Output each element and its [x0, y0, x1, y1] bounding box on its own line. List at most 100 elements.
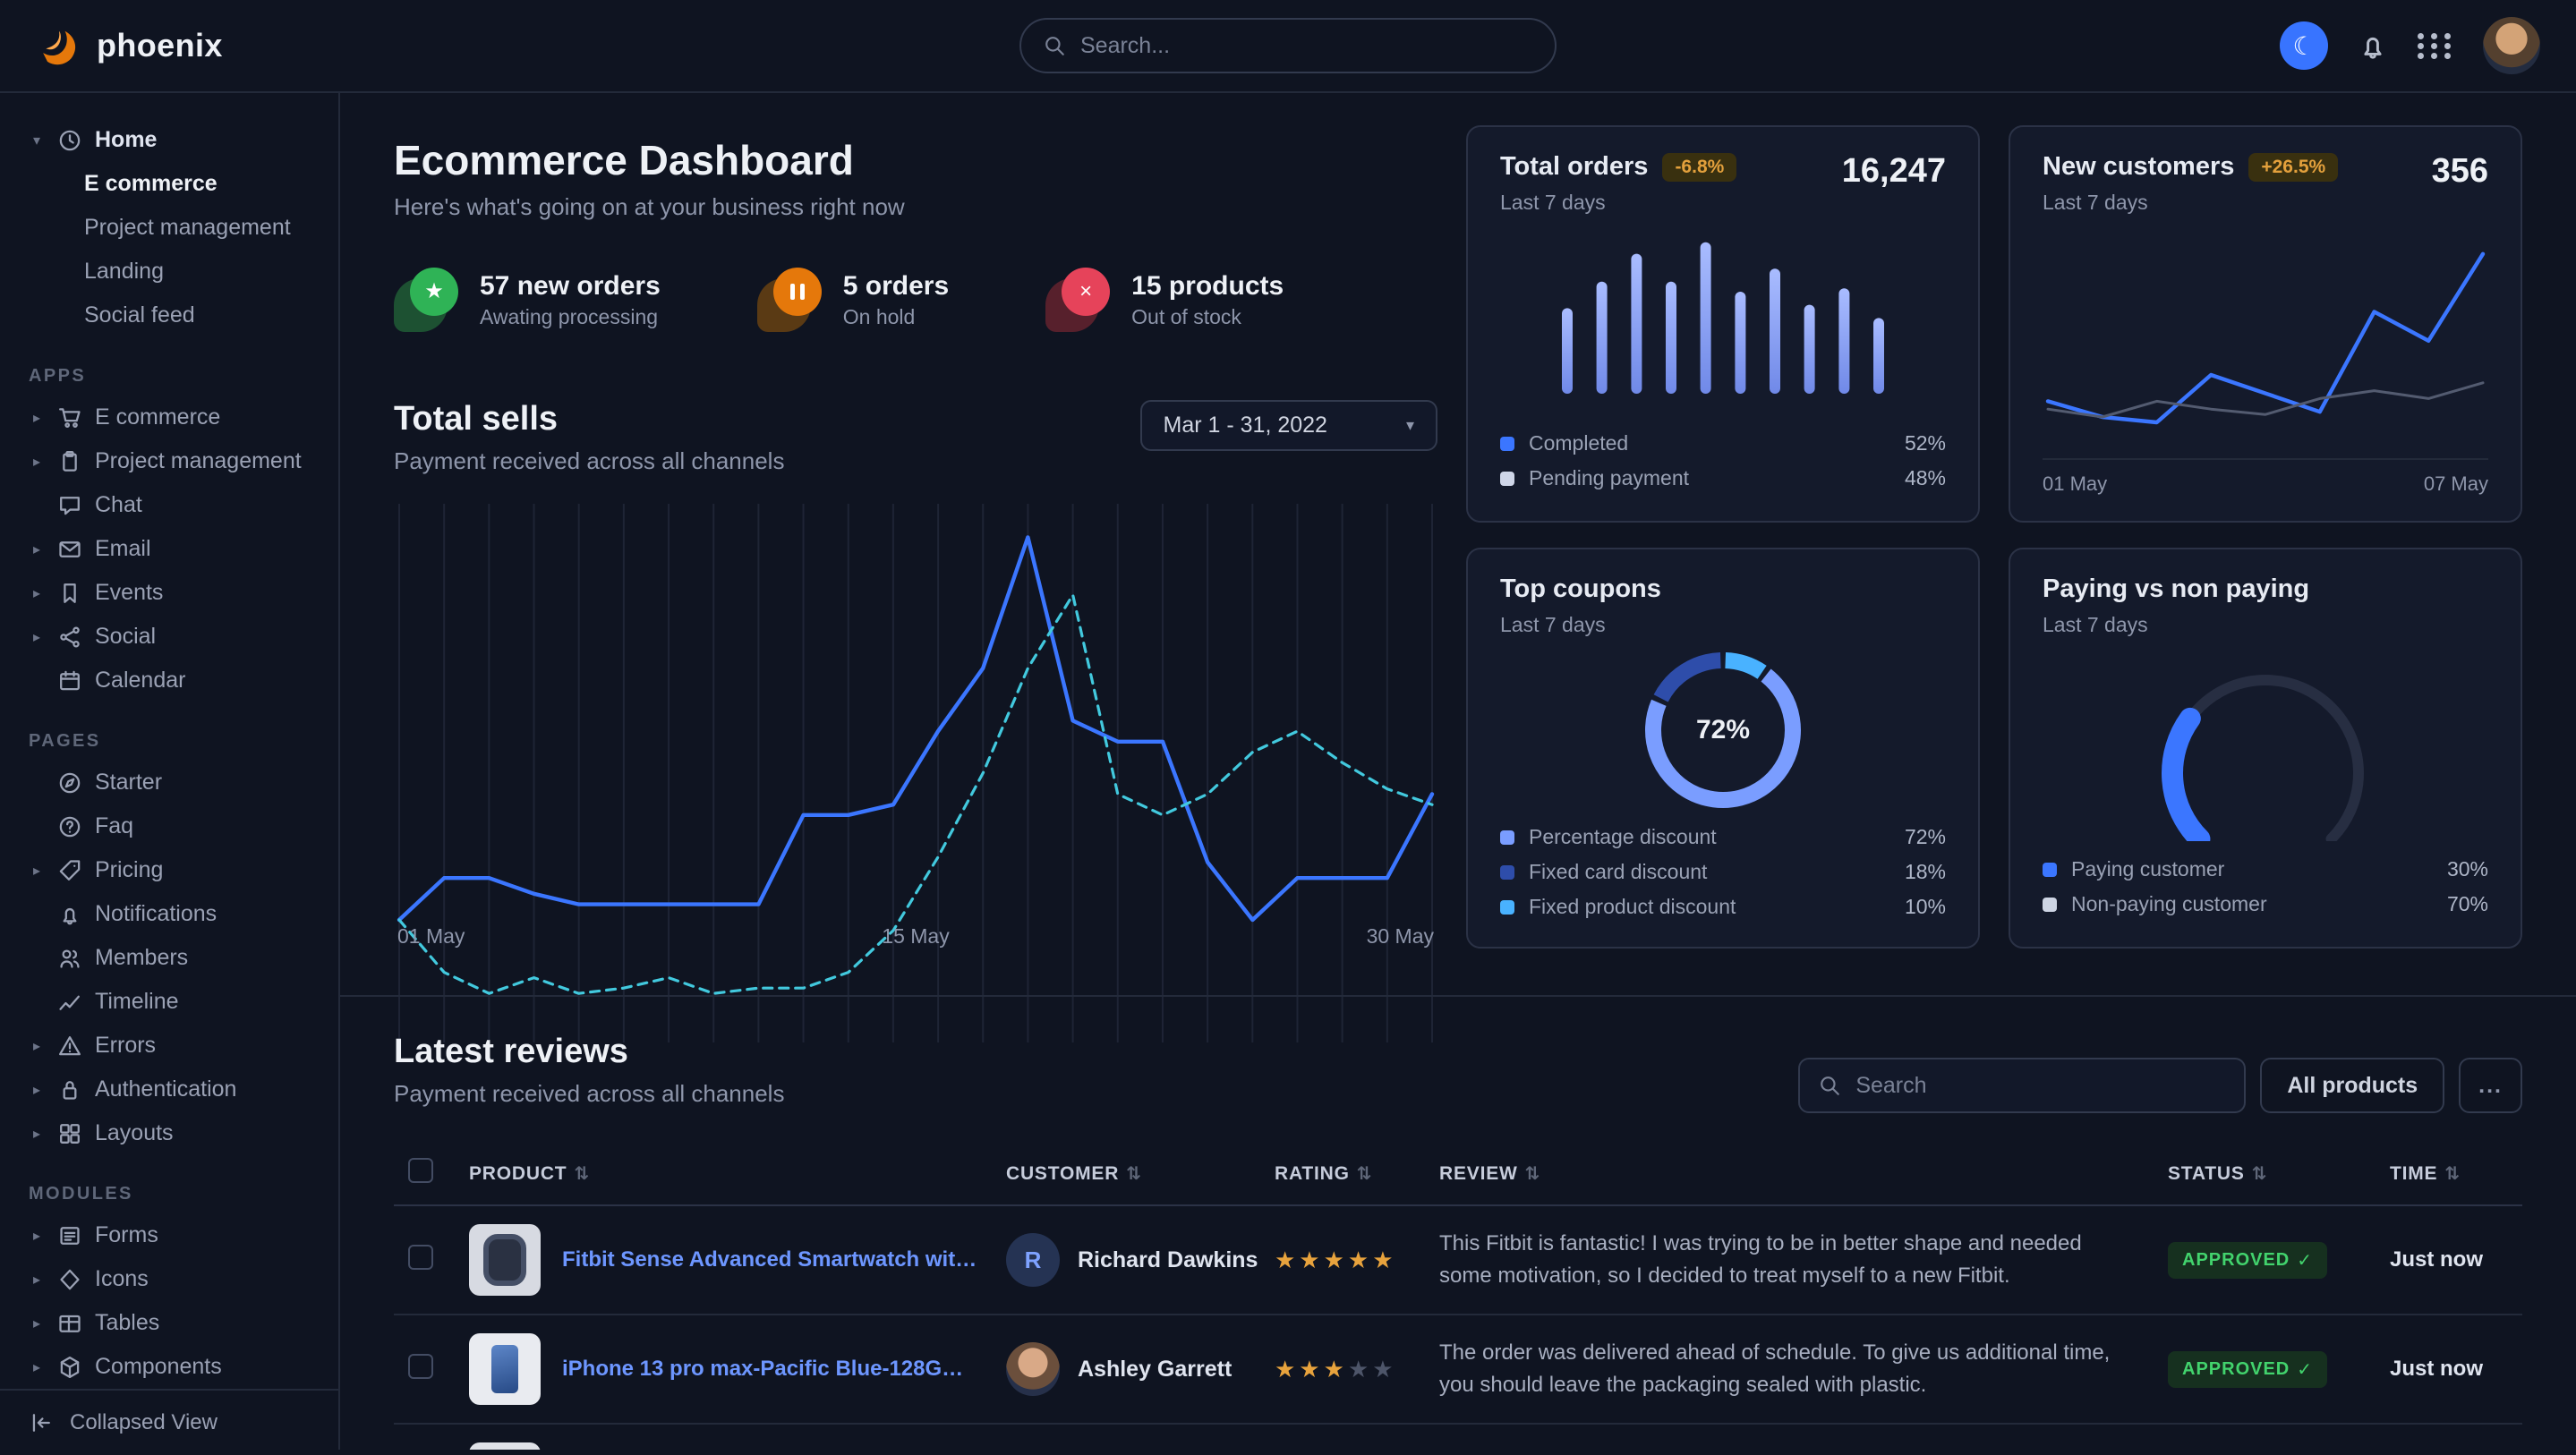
- cross-icon: ×: [1045, 268, 1110, 332]
- chevron-right-icon: ▸: [29, 862, 45, 880]
- legend-item: Paying customer30%: [2043, 852, 2488, 887]
- card-period: Last 7 days: [2043, 191, 2338, 215]
- column-header-time[interactable]: TIME: [2390, 1163, 2437, 1184]
- row-checkbox[interactable]: [408, 1354, 433, 1379]
- sort-icon[interactable]: ⇅: [1126, 1164, 1142, 1184]
- review-text: The order was delivered ahead of schedul…: [1425, 1315, 2154, 1424]
- sidebar-item-e-commerce[interactable]: E commerce: [0, 162, 338, 206]
- total-sells-subtitle: Payment received across all channels: [394, 447, 784, 475]
- legend-value: 48%: [1905, 466, 1946, 490]
- legend-label: Pending payment: [1529, 466, 1689, 490]
- sidebar-item-label: Faq: [95, 813, 133, 839]
- notifications-button[interactable]: [2357, 30, 2389, 62]
- date-range-select[interactable]: Mar 1 - 31, 2022 ▾: [1140, 400, 1437, 451]
- check-icon: ✓: [2297, 1358, 2313, 1381]
- pause-icon: [757, 268, 822, 332]
- reviews-subtitle: Payment received across all channels: [394, 1080, 784, 1108]
- sidebar-item-icons[interactable]: ▸Icons: [0, 1257, 338, 1301]
- sidebar-item-faq[interactable]: Faq: [0, 804, 338, 848]
- sidebar-item-label: Tables: [95, 1310, 159, 1336]
- sort-icon[interactable]: ⇅: [1525, 1164, 1541, 1184]
- chevron-right-icon: ▸: [29, 1271, 45, 1289]
- sidebar-item-social[interactable]: ▸Social: [0, 615, 338, 659]
- sidebar-item-home[interactable]: ▾Home: [0, 118, 338, 162]
- sidebar-item-authentication[interactable]: ▸Authentication: [0, 1068, 338, 1111]
- column-header-product[interactable]: PRODUCT: [469, 1163, 567, 1184]
- top-coupons-card: Top coupons Last 7 days 72% Percentage d…: [1466, 548, 1980, 949]
- x-tick: 01 May: [397, 924, 465, 949]
- chevron-down-icon: ▾: [29, 132, 45, 149]
- sort-icon[interactable]: ⇅: [574, 1164, 590, 1184]
- paying-card: Paying vs non paying Last 7 days Paying …: [2009, 548, 2522, 949]
- total-sells-x-axis: 01 May15 May30 May: [394, 924, 1437, 949]
- sort-icon[interactable]: ⇅: [2252, 1164, 2268, 1184]
- alert-icon: [57, 1034, 82, 1059]
- all-products-button[interactable]: All products: [2260, 1058, 2444, 1113]
- calendar-icon: [57, 668, 82, 693]
- stat-caption: Out of stock: [1131, 305, 1284, 329]
- sidebar-item-timeline[interactable]: Timeline: [0, 980, 338, 1024]
- search-input[interactable]: [1080, 33, 1533, 59]
- sidebar-item-notifications[interactable]: Notifications: [0, 892, 338, 936]
- user-avatar[interactable]: [2483, 17, 2540, 74]
- star-icon: ★: [394, 268, 458, 332]
- product-link[interactable]: Fitbit Sense Advanced Smartwatch with To…: [562, 1247, 977, 1272]
- reviews-search-input[interactable]: [1855, 1073, 2226, 1099]
- row-checkbox[interactable]: [408, 1245, 433, 1270]
- sidebar-item-e-commerce[interactable]: ▸E commerce: [0, 396, 338, 439]
- share-icon: [57, 625, 82, 650]
- x-tick: 01 May: [2043, 472, 2107, 496]
- page-title: Ecommerce Dashboard: [394, 136, 1437, 184]
- reviews-search[interactable]: [1798, 1058, 2246, 1113]
- sidebar-item-chat[interactable]: Chat: [0, 483, 338, 527]
- timeline-icon: [57, 990, 82, 1015]
- sidebar-item-components[interactable]: ▸Components: [0, 1345, 338, 1389]
- legend-value: 10%: [1905, 895, 1946, 919]
- column-header-status[interactable]: STATUS: [2168, 1163, 2245, 1184]
- sidebar-item-members[interactable]: Members: [0, 936, 338, 980]
- paying-gauge-chart: [2043, 644, 2488, 841]
- sidebar-item-pricing[interactable]: ▸Pricing: [0, 848, 338, 892]
- column-header-review[interactable]: REVIEW: [1439, 1163, 1518, 1184]
- sidebar-item-calendar[interactable]: Calendar: [0, 659, 338, 702]
- navbar-search[interactable]: [1019, 18, 1557, 73]
- sort-icon[interactable]: ⇅: [2444, 1164, 2461, 1184]
- sidebar-item-project-management[interactable]: ▸Project management: [0, 439, 338, 483]
- column-header-customer[interactable]: CUSTOMER: [1006, 1163, 1119, 1184]
- legend-item: Non-paying customer70%: [2043, 887, 2488, 922]
- avatar: [1006, 1342, 1060, 1396]
- product-thumbnail: [469, 1224, 541, 1296]
- apps-grid-button[interactable]: [2418, 33, 2454, 59]
- select-all-checkbox[interactable]: [408, 1158, 433, 1183]
- bookmark-icon: [57, 581, 82, 606]
- sidebar-item-project-management[interactable]: Project management: [0, 206, 338, 250]
- theme-toggle-button[interactable]: ☾: [2280, 21, 2328, 70]
- sidebar-item-social-feed[interactable]: Social feed: [0, 294, 338, 337]
- legend-dot: [1500, 472, 1514, 486]
- more-button[interactable]: ...: [2459, 1058, 2522, 1113]
- sidebar-item-errors[interactable]: ▸Errors: [0, 1024, 338, 1068]
- sidebar-item-starter[interactable]: Starter: [0, 761, 338, 804]
- stat-title: 15 products: [1131, 271, 1284, 302]
- sidebar-item-tables[interactable]: ▸Tables: [0, 1301, 338, 1345]
- new-customers-chart: [2043, 233, 2488, 447]
- legend-label: Completed: [1529, 431, 1628, 455]
- collapse-view-button[interactable]: Collapsed View: [0, 1389, 338, 1455]
- product-link[interactable]: iPhone 13 pro max-Pacific Blue-128GB sto…: [562, 1357, 977, 1382]
- mail-icon: [57, 537, 82, 562]
- sidebar-section-title: MODULES: [29, 1184, 310, 1204]
- legend-value: 72%: [1905, 825, 1946, 849]
- sidebar-item-email[interactable]: ▸Email: [0, 527, 338, 571]
- stat-15-products: × 15 products Out of stock: [1045, 268, 1284, 332]
- sidebar-item-landing[interactable]: Landing: [0, 250, 338, 294]
- sidebar-item-forms[interactable]: ▸Forms: [0, 1213, 338, 1257]
- review-row: iPhone 13 pro max-Pacific Blue-128GB sto…: [394, 1315, 2522, 1424]
- sort-icon[interactable]: ⇅: [1357, 1164, 1373, 1184]
- sidebar-item-layouts[interactable]: ▸Layouts: [0, 1111, 338, 1155]
- brand[interactable]: phoenix: [36, 22, 340, 69]
- card-value: 356: [2432, 152, 2488, 191]
- sidebar-item-events[interactable]: ▸Events: [0, 571, 338, 615]
- review-row: [394, 1424, 2522, 1450]
- column-header-rating[interactable]: RATING: [1275, 1163, 1350, 1184]
- chevron-right-icon: ▸: [29, 628, 45, 646]
